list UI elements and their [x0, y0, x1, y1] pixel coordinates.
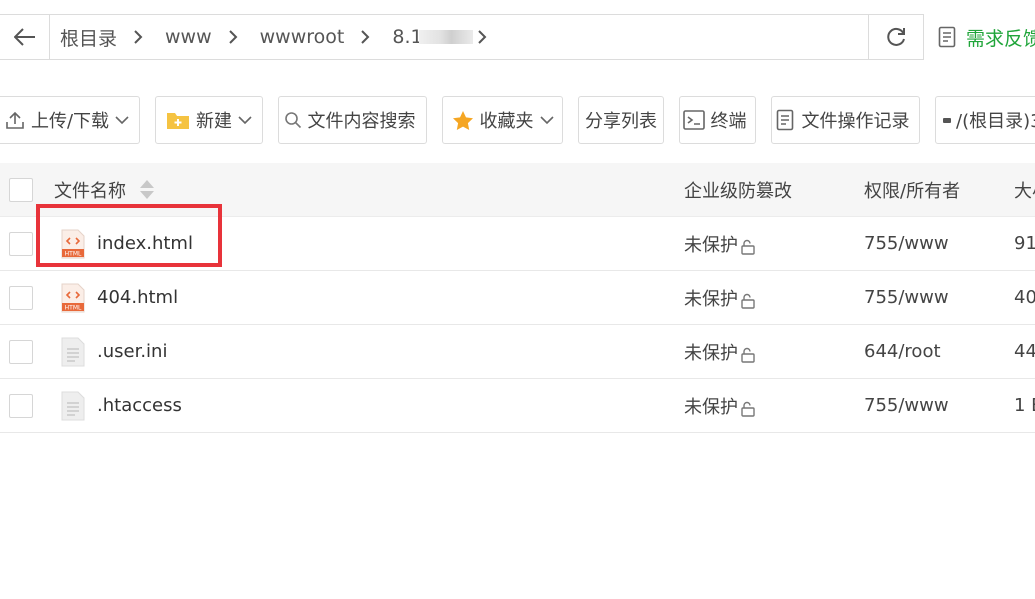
text-file-icon	[61, 337, 85, 367]
file-permission[interactable]: 755/www	[864, 217, 949, 270]
sort-icon[interactable]	[140, 180, 154, 199]
chevron-down-icon	[115, 116, 129, 125]
tamper-status-label: 未保护	[684, 342, 738, 364]
feedback-label: 需求反馈	[966, 27, 1035, 50]
breadcrumb-label: 8.1	[392, 26, 423, 48]
file-toolbar: 上传/下载 新建 文件内容搜索 收藏夹 分享列表 终端 文件操作记录 /(根目录…	[0, 96, 1035, 144]
file-permission[interactable]: 644/root	[864, 325, 941, 378]
tamper-status-label: 未保护	[684, 288, 738, 310]
operation-log-button[interactable]: 文件操作记录	[771, 96, 920, 144]
tamper-status[interactable]: 未保护	[684, 271, 756, 324]
unlock-icon	[741, 293, 755, 309]
file-size: 40	[1014, 287, 1035, 308]
unlock-icon	[741, 239, 755, 255]
back-button[interactable]	[0, 14, 50, 60]
content-search-label: 文件内容搜索	[307, 111, 416, 132]
file-name[interactable]: 404.html	[97, 271, 178, 324]
breadcrumb-item-wwwroot[interactable]: wwwroot	[250, 26, 383, 48]
breadcrumb-item-site[interactable]: 8.1	[382, 26, 498, 48]
chevron-right-icon	[473, 29, 499, 45]
row-checkbox[interactable]	[9, 232, 33, 256]
arrow-left-icon	[13, 28, 35, 46]
table-row[interactable]: HTML 404.html 未保护 755/www 40	[0, 271, 1035, 325]
row-checkbox[interactable]	[9, 340, 33, 364]
terminal-button[interactable]: 终端	[679, 96, 756, 144]
search-icon	[284, 112, 301, 129]
file-name[interactable]: .user.ini	[97, 325, 167, 378]
breadcrumb-label: wwwroot	[259, 26, 345, 48]
share-list-label: 分享列表	[585, 111, 657, 132]
terminal-icon	[682, 110, 705, 130]
upload-download-label: 上传/下载	[30, 111, 110, 132]
chevron-down-icon	[539, 116, 554, 125]
header-name-label: 文件名称	[54, 180, 126, 202]
table-row[interactable]: .user.ini 未保护 644/root 44	[0, 325, 1035, 379]
favorites-button[interactable]: 收藏夹	[442, 96, 563, 144]
svg-text:HTML: HTML	[65, 305, 82, 312]
path-select-label: /(根目录)3	[956, 111, 1035, 132]
star-icon	[452, 110, 473, 130]
tamper-status[interactable]: 未保护	[684, 325, 756, 378]
chevron-right-icon	[117, 29, 155, 45]
breadcrumb-label: 根目录	[60, 27, 118, 50]
unlock-icon	[741, 347, 755, 363]
header-tamper: 企业级防篡改	[684, 180, 792, 202]
unlock-icon	[741, 401, 755, 417]
tamper-status[interactable]: 未保护	[684, 379, 756, 432]
feedback-link[interactable]: 需求反馈	[938, 22, 1035, 52]
tamper-status-label: 未保护	[684, 234, 738, 256]
folder-plus-icon	[167, 113, 189, 129]
file-permission[interactable]: 755/www	[864, 271, 949, 324]
file-permission[interactable]: 755/www	[864, 379, 949, 432]
disk-icon	[943, 118, 951, 123]
chevron-down-icon	[238, 116, 252, 125]
log-icon	[776, 109, 793, 131]
table-row[interactable]: .htaccess 未保护 755/www 1 E	[0, 379, 1035, 433]
operation-log-label: 文件操作记录	[801, 111, 910, 132]
refresh-icon	[887, 27, 905, 46]
breadcrumb: 根目录 www wwwroot 8.1	[49, 14, 869, 60]
breadcrumb-item-root[interactable]: 根目录	[50, 24, 155, 51]
redacted-mask	[418, 30, 473, 44]
chevron-right-icon	[212, 29, 250, 45]
row-checkbox[interactable]	[9, 286, 33, 310]
file-size: 44	[1014, 341, 1035, 362]
content-search-button[interactable]: 文件内容搜索	[278, 96, 427, 144]
feedback-icon	[938, 26, 956, 48]
breadcrumb-item-www[interactable]: www	[155, 26, 250, 48]
refresh-button[interactable]	[868, 14, 924, 60]
tamper-status[interactable]: 未保护	[684, 217, 756, 270]
upload-icon	[6, 111, 24, 129]
highlight-box	[36, 204, 222, 267]
header-size: 大小	[1014, 180, 1035, 202]
header-permission: 权限/所有者	[864, 180, 961, 202]
row-checkbox[interactable]	[9, 394, 33, 418]
breadcrumb-label: www	[165, 26, 212, 48]
file-size: 91	[1014, 233, 1035, 254]
file-size: 1 E	[1014, 395, 1035, 416]
path-select-button[interactable]: /(根目录)3	[935, 96, 1035, 144]
favorites-label: 收藏夹	[479, 111, 534, 132]
text-file-icon	[61, 391, 85, 421]
chevron-right-icon	[344, 29, 382, 45]
share-list-button[interactable]: 分享列表	[578, 96, 664, 144]
address-bar: 根目录 www wwwroot 8.1 需求反馈	[0, 0, 1035, 78]
file-name[interactable]: .htaccess	[97, 379, 182, 432]
terminal-label: 终端	[710, 111, 747, 132]
tamper-status-label: 未保护	[684, 396, 738, 418]
new-label: 新建	[196, 111, 232, 132]
new-button[interactable]: 新建	[155, 96, 263, 144]
upload-download-button[interactable]: 上传/下载	[0, 96, 140, 144]
html-file-icon: HTML	[61, 283, 85, 313]
select-all-checkbox[interactable]	[9, 178, 33, 202]
